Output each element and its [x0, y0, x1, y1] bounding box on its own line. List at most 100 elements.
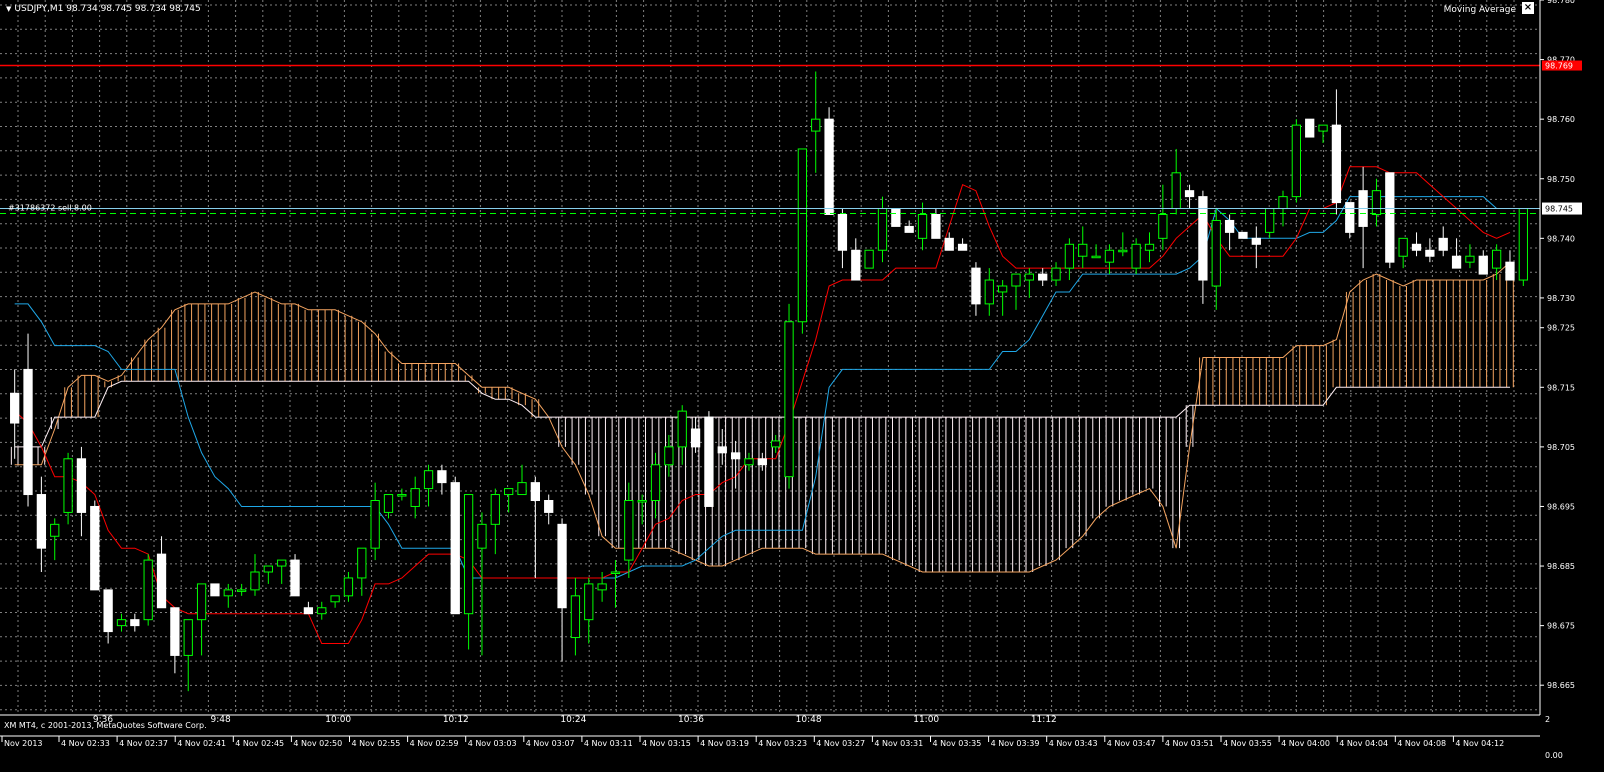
price-tick-label: 98.675 [1547, 622, 1575, 631]
time-label-lower: 4 Nov 03:47 [1107, 739, 1156, 748]
candle-body [1425, 249, 1435, 257]
time-label-upper: 10:24 [560, 715, 586, 725]
candle-body [63, 458, 73, 513]
price-tick-label: 98.780 [1547, 0, 1575, 5]
time-label-upper: 10:12 [443, 715, 469, 725]
candle-body [1038, 273, 1048, 281]
candle-body [23, 368, 33, 496]
candle-body [130, 619, 140, 627]
candle-body [811, 118, 821, 132]
candle-body [223, 589, 233, 597]
candle-body [1104, 249, 1115, 263]
candle-body [557, 523, 567, 609]
candle-body [1465, 255, 1475, 263]
candle [1518, 208, 1528, 286]
candle-body [797, 148, 808, 323]
time-label-lower: 4 Nov 03:51 [1165, 739, 1214, 748]
time-label-upper: 11:12 [1031, 715, 1057, 725]
candle-body [1478, 255, 1488, 275]
candle-body [357, 547, 367, 579]
candle-body [1518, 208, 1528, 281]
candle-body [1211, 219, 1221, 287]
candle-body [824, 118, 834, 215]
time-label-lower: 4 Nov 02:41 [177, 739, 226, 748]
candle [90, 500, 100, 591]
candle-body [504, 488, 514, 496]
time-label-lower: 4 Nov 03:43 [1049, 739, 1098, 748]
candle-body [771, 440, 781, 448]
candle-body [1398, 237, 1408, 257]
candle-body [50, 523, 60, 537]
candle [784, 303, 794, 489]
price-chart[interactable]: #31786372 sell 8.0098.78098.77098.76098.… [0, 0, 1604, 768]
candle-body [1438, 237, 1448, 251]
candle-body [544, 500, 554, 513]
candle-body [517, 482, 527, 496]
time-label-lower: 4 Nov 02:59 [410, 739, 459, 748]
candle [824, 107, 834, 215]
candle [1238, 231, 1248, 239]
candle-body [1131, 243, 1141, 269]
candle-body [610, 571, 621, 574]
candle-body [837, 214, 848, 251]
candle-body [1051, 267, 1061, 281]
candle-body [757, 458, 767, 466]
candle-body [851, 249, 861, 281]
candle-body [917, 214, 928, 239]
candle-body [263, 565, 273, 573]
time-label-lower: 4 Nov 03:27 [816, 739, 865, 748]
candle-body [650, 464, 661, 501]
time-label-upper: 11:00 [913, 715, 939, 725]
candle-body [584, 583, 594, 621]
candle-body [1411, 243, 1422, 251]
candle-body [1184, 190, 1195, 198]
candle-body [998, 285, 1008, 293]
time-label-lower: 4 Nov 03:07 [526, 739, 575, 748]
candle-body [784, 321, 794, 478]
candle-body [1345, 202, 1355, 233]
candle-body [183, 619, 193, 656]
candle-body [277, 559, 287, 567]
candle-body [1224, 219, 1235, 233]
candle-body [1158, 214, 1168, 239]
candle-body [116, 619, 127, 627]
candle-body [463, 494, 474, 615]
order-label: #31786372 sell 8.00 [8, 204, 92, 213]
price-tick-label: 98.740 [1547, 234, 1575, 243]
candle-body [1305, 118, 1315, 138]
chart-window[interactable]: #31786372 sell 8.00 98.780 98.770 98.760 98.… [0, 0, 1604, 768]
time-label-lower: 4 Nov 04:12 [1455, 739, 1504, 748]
symbol-info-text: USDJPY,M1 98.734 98.745 98.734 98.745 [14, 4, 201, 14]
time-label-lower: 4 Nov 03:03 [468, 739, 517, 748]
time-label-lower: 4 Nov 02:50 [293, 739, 342, 748]
candle [1305, 118, 1315, 138]
time-label-lower: 4 Nov 03:19 [700, 739, 749, 748]
subwindow-max-label: 2 [1545, 715, 1550, 724]
candle-body [36, 494, 47, 549]
candle [210, 583, 220, 597]
candle-body [210, 583, 220, 597]
candle-body [1091, 255, 1101, 259]
subwindow-min-label: 0.00 [1545, 751, 1563, 760]
copyright-text: XM MT4, c 2001-2013, MetaQuotes Software… [4, 721, 207, 730]
resistance-price-label: 98.769 [1545, 62, 1573, 71]
time-label-upper: 10:36 [678, 715, 704, 725]
candle-body [1078, 243, 1088, 257]
candle-body [704, 416, 714, 507]
candle-body [196, 583, 207, 621]
candle [450, 476, 460, 615]
candle-body [330, 595, 340, 603]
candle-body [1024, 273, 1034, 281]
candle-body [76, 458, 87, 513]
candle-body [10, 392, 20, 424]
candle-body [1385, 172, 1395, 263]
candle [704, 411, 714, 507]
candle-body [343, 577, 354, 597]
candle-body [1505, 261, 1515, 281]
triangle-down-icon[interactable]: ▼ [6, 5, 11, 13]
candle-body [90, 505, 100, 591]
candle-body [904, 225, 914, 233]
candle-body [891, 208, 901, 227]
price-tick-label: 98.665 [1547, 681, 1575, 690]
close-icon[interactable]: × [1522, 2, 1534, 14]
